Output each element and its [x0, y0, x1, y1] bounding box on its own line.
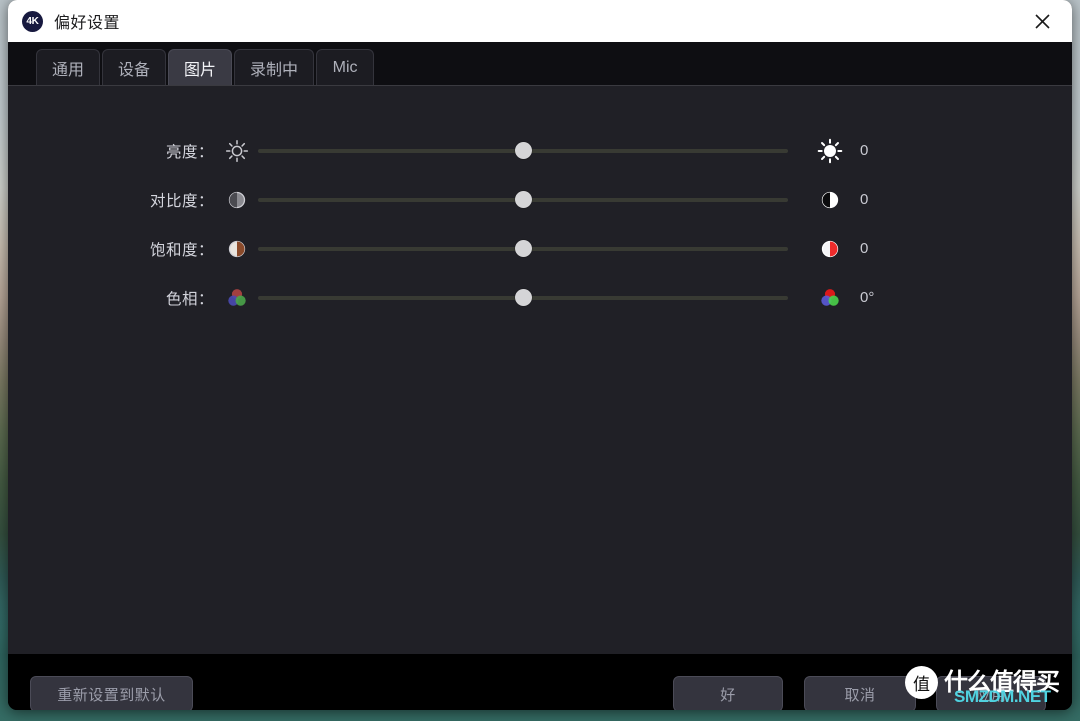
setting-slider[interactable]: [258, 188, 788, 212]
tab-1[interactable]: 通用: [36, 49, 101, 85]
slider-handle[interactable]: [514, 142, 532, 159]
saturation-icon: [228, 240, 246, 257]
setting-label: 饱和度：: [149, 241, 214, 259]
saturation-icon-bright: [821, 240, 839, 257]
setting-label: 色相：: [165, 290, 214, 308]
contrast-icon: [228, 191, 246, 208]
reset-to-default-button[interactable]: 重新设置到默认: [30, 676, 193, 710]
tab-3[interactable]: 图片: [168, 49, 233, 85]
setting-row: 亮度： 0: [8, 126, 1072, 175]
setting-slider[interactable]: [258, 286, 788, 310]
close-button[interactable]: [1012, 0, 1072, 42]
setting-slider[interactable]: [258, 237, 788, 261]
contrast-icon-bright: [821, 191, 839, 208]
setting-row: 色相： 0°: [8, 273, 1072, 322]
brightness-icon-bright: [817, 138, 843, 163]
setting-right-icon: [804, 187, 856, 213]
setting-row: 饱和度： 0: [8, 224, 1072, 273]
slider-handle[interactable]: [514, 289, 532, 306]
slider-handle[interactable]: [514, 240, 532, 257]
setting-right-icon: [804, 138, 856, 164]
brightness-icon: [225, 139, 249, 162]
setting-left-icon: [216, 285, 258, 311]
tab-2[interactable]: 设备: [102, 49, 167, 85]
setting-value: 0°: [860, 289, 875, 306]
setting-row: 对比度： 0: [8, 175, 1072, 224]
setting-value: 0: [860, 240, 869, 257]
preferences-dialog: 4K 偏好设置 通用 设备 图片 录制中 Mic 亮度： 0 对比度： 0 饱和度： 0 色相： 0°…: [8, 0, 1072, 710]
hue-icon-bright: [821, 288, 839, 306]
cancel-button[interactable]: 取消: [804, 676, 916, 710]
setting-right-icon: [804, 236, 856, 262]
window-title: 偏好设置: [54, 15, 121, 32]
setting-left-icon: [216, 236, 258, 262]
setting-label: 亮度：: [165, 143, 214, 161]
title-bar: 4K 偏好设置: [8, 0, 1072, 42]
app-logo-icon: 4K: [22, 10, 43, 32]
tab-4[interactable]: 录制中: [234, 49, 315, 85]
close-icon: [1034, 13, 1050, 29]
tab-5[interactable]: Mic: [316, 49, 375, 85]
setting-left-icon: [216, 138, 258, 164]
dialog-footer: 重新设置到默认 好 取消 应用: [8, 654, 1072, 710]
image-settings-panel: 亮度： 0 对比度： 0 饱和度： 0 色相： 0°: [8, 86, 1072, 654]
ok-button[interactable]: 好: [673, 676, 783, 710]
tab-bar: 通用 设备 图片 录制中 Mic: [8, 42, 1072, 86]
setting-left-icon: [216, 187, 258, 213]
apply-button[interactable]: 应用: [936, 676, 1046, 710]
slider-handle[interactable]: [514, 191, 532, 208]
setting-value: 0: [860, 191, 869, 208]
setting-right-icon: [804, 285, 856, 311]
setting-slider[interactable]: [258, 139, 788, 163]
setting-label: 对比度：: [149, 192, 214, 210]
setting-value: 0: [860, 142, 869, 159]
hue-icon: [228, 288, 246, 306]
